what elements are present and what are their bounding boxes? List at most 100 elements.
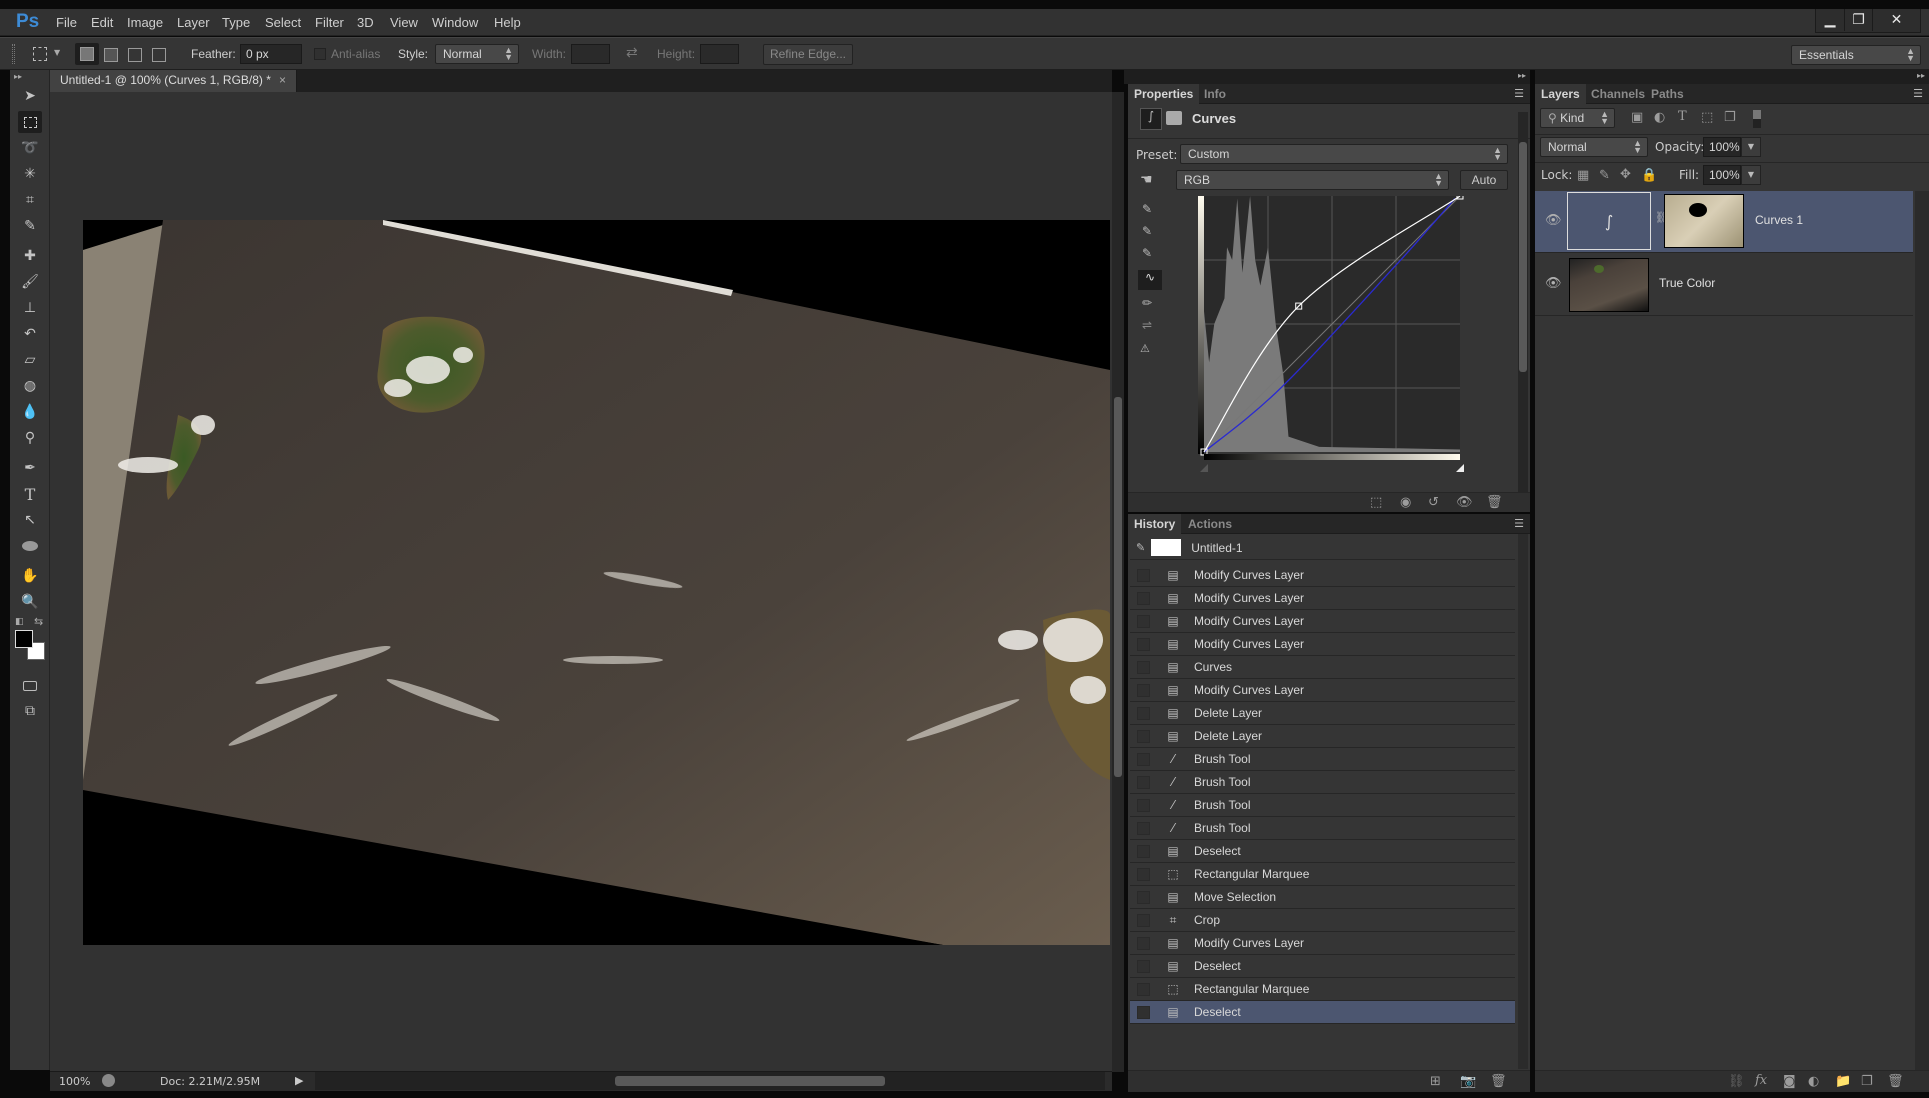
clip-to-layer-icon[interactable]: ⬚ bbox=[1370, 495, 1382, 510]
layer-name[interactable]: Curves 1 bbox=[1755, 213, 1803, 227]
history-brush-tool-icon[interactable]: ↶ bbox=[18, 323, 42, 345]
targeted-adjustment-icon[interactable]: ☚ bbox=[1140, 172, 1153, 188]
zoom-tool-icon[interactable]: 🔍 bbox=[18, 591, 42, 613]
tab-paths[interactable]: Paths bbox=[1645, 84, 1690, 104]
delete-layer-icon[interactable]: 🗑 bbox=[1887, 1074, 1904, 1089]
history-item[interactable]: ⁄ Brush Tool bbox=[1130, 817, 1515, 840]
reset-icon[interactable]: ↺ bbox=[1428, 495, 1439, 510]
history-item[interactable]: ▤ Modify Curves Layer bbox=[1130, 633, 1515, 656]
menu-select[interactable]: Select bbox=[265, 15, 301, 30]
menu-layer[interactable]: Layer bbox=[177, 15, 210, 30]
grip-handle[interactable] bbox=[12, 44, 15, 64]
tab-history[interactable]: History bbox=[1128, 514, 1182, 534]
canvas-area[interactable] bbox=[50, 92, 1112, 1072]
hand-tool-icon[interactable]: ✋ bbox=[18, 565, 42, 587]
history-item[interactable]: ⁄ Brush Tool bbox=[1130, 748, 1515, 771]
screen-mode-icon[interactable]: ⧉ bbox=[18, 700, 42, 722]
history-brush-source-checkbox[interactable] bbox=[1137, 798, 1150, 812]
create-snapshot-icon[interactable]: 📷 bbox=[1460, 1074, 1476, 1089]
auto-button[interactable]: Auto bbox=[1460, 170, 1508, 190]
rectangular-marquee-tool-icon[interactable] bbox=[18, 111, 42, 133]
opacity-input[interactable]: 100% bbox=[1703, 137, 1741, 157]
history-item[interactable]: ▤ Deselect bbox=[1130, 1001, 1515, 1024]
history-item[interactable]: ⌗ Crop bbox=[1130, 909, 1515, 932]
workspace-select[interactable]: Essentials ▲ ▼ bbox=[1791, 45, 1921, 65]
filter-smart-object-icon[interactable]: ❐ bbox=[1724, 110, 1736, 125]
refine-edge-button[interactable]: Refine Edge... bbox=[763, 44, 853, 65]
history-brush-source-checkbox[interactable] bbox=[1137, 729, 1150, 743]
lock-all-icon[interactable]: 🔒 bbox=[1641, 168, 1657, 183]
history-brush-source-checkbox[interactable] bbox=[1137, 936, 1150, 950]
panel-menu-icon[interactable]: ☰ bbox=[1514, 87, 1524, 100]
canvas-horizontal-scrollbar[interactable] bbox=[315, 1072, 1105, 1090]
swap-colors-icon[interactable]: ⇆ bbox=[34, 615, 43, 628]
history-item[interactable]: ▤ Move Selection bbox=[1130, 886, 1515, 909]
menu-window[interactable]: Window bbox=[432, 15, 478, 30]
history-brush-source-checkbox[interactable] bbox=[1137, 706, 1150, 720]
magic-wand-tool-icon[interactable]: ✳ bbox=[18, 163, 42, 185]
history-item[interactable]: ⁄ Brush Tool bbox=[1130, 771, 1515, 794]
status-info-icon[interactable] bbox=[102, 1074, 115, 1087]
add-mask-icon[interactable]: ◙ bbox=[1783, 1074, 1796, 1089]
white-input-slider[interactable] bbox=[1456, 464, 1464, 472]
history-brush-source-checkbox[interactable] bbox=[1137, 660, 1150, 674]
clone-stamp-tool-icon[interactable]: ⊥ bbox=[18, 297, 42, 319]
dodge-tool-icon[interactable]: ⚲ bbox=[18, 427, 42, 449]
blend-mode-select[interactable]: Normal ▲ ▼ bbox=[1540, 137, 1648, 157]
layer-thumbnail[interactable] bbox=[1569, 258, 1649, 312]
fill-dropdown[interactable]: ▼ bbox=[1741, 165, 1761, 185]
history-item[interactable]: ▤ Deselect bbox=[1130, 840, 1515, 863]
history-brush-source-icon[interactable]: ✎ bbox=[1136, 541, 1145, 554]
collapse-panels-icon[interactable]: ▸▸ bbox=[1917, 71, 1925, 80]
history-item[interactable]: ⬚ Rectangular Marquee bbox=[1130, 978, 1515, 1001]
history-item[interactable]: ⁄ Brush Tool bbox=[1130, 794, 1515, 817]
new-layer-icon[interactable]: ❐ bbox=[1861, 1074, 1873, 1089]
scrollbar-thumb[interactable] bbox=[1114, 397, 1122, 777]
anti-alias-checkbox[interactable] bbox=[314, 48, 326, 60]
move-tool-icon[interactable]: ➤ bbox=[18, 85, 42, 107]
subtract-selection-icon[interactable] bbox=[128, 48, 142, 62]
layer-mask-thumbnail[interactable] bbox=[1664, 194, 1744, 248]
layer-true-color[interactable]: 👁 True Color bbox=[1535, 254, 1913, 316]
channel-select[interactable]: RGB ▲ ▼ bbox=[1176, 170, 1449, 190]
status-menu-arrow[interactable]: ▶ bbox=[295, 1074, 303, 1087]
tab-layers[interactable]: Layers bbox=[1535, 84, 1586, 104]
lasso-tool-icon[interactable]: ➰ bbox=[18, 137, 42, 159]
swap-dimensions-icon[interactable]: ⇄ bbox=[626, 44, 638, 61]
scrollbar-thumb[interactable] bbox=[1519, 142, 1527, 372]
blur-tool-icon[interactable]: 💧 bbox=[18, 401, 42, 423]
history-item[interactable]: ⬚ Rectangular Marquee bbox=[1130, 863, 1515, 886]
history-brush-source-checkbox[interactable] bbox=[1137, 844, 1150, 858]
width-input[interactable] bbox=[571, 44, 610, 64]
history-brush-source-checkbox[interactable] bbox=[1137, 591, 1150, 605]
history-brush-source-checkbox[interactable] bbox=[1137, 614, 1150, 628]
menu-view[interactable]: View bbox=[390, 15, 418, 30]
default-colors-icon[interactable]: ◧ bbox=[15, 617, 24, 627]
close-window-button[interactable]: ✕ bbox=[1872, 9, 1920, 31]
menu-type[interactable]: Type bbox=[222, 15, 250, 30]
link-layers-icon[interactable]: ⛓ bbox=[1728, 1074, 1745, 1089]
curves-adjustment-thumbnail[interactable]: ∫ bbox=[1567, 192, 1651, 250]
zoom-level[interactable]: 100% bbox=[59, 1075, 90, 1088]
layer-name[interactable]: True Color bbox=[1659, 276, 1715, 290]
menu-edit[interactable]: Edit bbox=[91, 15, 113, 30]
filter-type-icon[interactable]: T bbox=[1678, 109, 1687, 124]
foreground-color-swatch[interactable] bbox=[15, 630, 33, 648]
history-brush-source-checkbox[interactable] bbox=[1137, 568, 1150, 582]
history-brush-source-checkbox[interactable] bbox=[1137, 1005, 1150, 1019]
history-item[interactable]: ▤ Delete Layer bbox=[1130, 702, 1515, 725]
menu-filter[interactable]: Filter bbox=[315, 15, 344, 30]
history-item[interactable]: ▤ Deselect bbox=[1130, 955, 1515, 978]
new-group-icon[interactable]: 📁 bbox=[1835, 1074, 1851, 1089]
fill-input[interactable]: 100% bbox=[1703, 165, 1741, 185]
toggle-visibility-icon[interactable]: 👁 bbox=[1456, 495, 1473, 510]
properties-scrollbar[interactable] bbox=[1518, 112, 1528, 492]
type-tool-icon[interactable]: T bbox=[18, 483, 42, 505]
history-brush-source-checkbox[interactable] bbox=[1137, 959, 1150, 973]
delete-state-icon[interactable]: 🗑 bbox=[1490, 1074, 1507, 1089]
restore-button[interactable]: ❐ bbox=[1844, 9, 1872, 31]
history-item[interactable]: ▤ Modify Curves Layer bbox=[1130, 679, 1515, 702]
history-item[interactable]: ▤ Modify Curves Layer bbox=[1130, 932, 1515, 955]
filter-adjustment-icon[interactable]: ◐ bbox=[1654, 110, 1665, 125]
pencil-draw-icon[interactable]: ✏ bbox=[1142, 296, 1152, 310]
